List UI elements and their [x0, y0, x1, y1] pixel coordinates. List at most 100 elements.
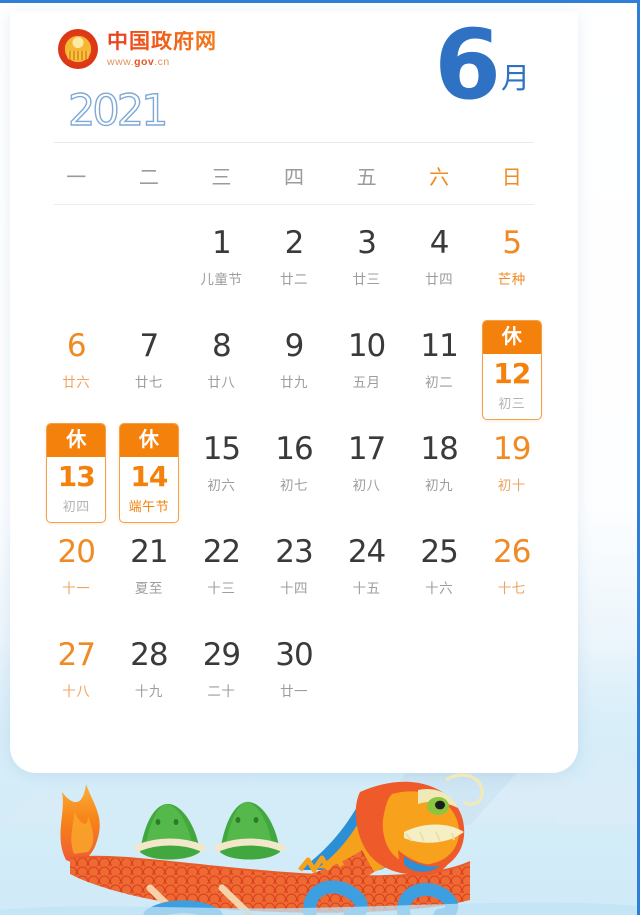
day-lunar-label: 十六 — [425, 581, 454, 596]
calendar-day-24[interactable]: 24 十五 — [330, 524, 403, 627]
brand-url-prefix: www. — [107, 55, 135, 68]
day-number: 13 — [57, 460, 96, 493]
holiday-body: 13 初四 — [47, 457, 105, 522]
day-number: 18 — [420, 431, 458, 467]
calendar-day-13[interactable]: 休 13 初四 — [40, 421, 113, 524]
day-lunar-label: 廿六 — [62, 375, 91, 390]
calendar-day-20[interactable]: 20 十一 — [40, 524, 113, 627]
day-lunar-label: 初四 — [62, 499, 90, 514]
day-number: 3 — [357, 225, 377, 261]
calendar-header: 中国政府网 www.gov.cn 6 月 2021 — [10, 11, 578, 143]
holiday-body: 14 端午节 — [120, 457, 178, 522]
calendar-day-11[interactable]: 11 初二 — [403, 318, 476, 421]
calendar-day-27[interactable]: 27 十八 — [40, 627, 113, 730]
weekday-header-5: 六 — [429, 167, 450, 189]
rest-badge: 休 — [482, 321, 541, 354]
calendar-day-25[interactable]: 25 十六 — [403, 524, 476, 627]
holiday-box: 休 12 初三 — [481, 320, 542, 420]
calendar-day-5[interactable]: 5 芒种 — [475, 215, 548, 318]
weekday-header-1: 二 — [138, 167, 159, 189]
day-number: 11 — [420, 328, 458, 364]
calendar-day-grid: 1 儿童节 2 廿二 3 廿三 4 廿四 5 芒种 6 廿六 7 廿七 8 廿八 9 廿九 10 五月 11 初二休 12 初… — [10, 205, 578, 833]
day-lunar-label: 十八 — [62, 684, 91, 699]
month-display: 6 月 — [434, 17, 530, 113]
weekday-header-0: 一 — [66, 167, 87, 189]
calendar-day-7[interactable]: 7 廿七 — [113, 318, 186, 421]
day-number: 10 — [347, 328, 386, 364]
calendar-day-6[interactable]: 6 廿六 — [40, 318, 113, 421]
dragon-boat-illustration — [0, 773, 637, 915]
day-number: 23 — [275, 534, 313, 570]
weekday-header-6: 日 — [501, 167, 522, 189]
day-lunar-label: 初八 — [352, 478, 381, 493]
calendar-day-14[interactable]: 休 14 端午节 — [113, 421, 186, 524]
zongzi-character — [134, 803, 206, 860]
calendar-day-10[interactable]: 10 五月 — [330, 318, 403, 421]
calendar-day-30[interactable]: 30 廿一 — [258, 627, 331, 730]
calendar-day-15[interactable]: 15 初六 — [185, 421, 258, 524]
weekday-header-4: 五 — [356, 167, 377, 189]
day-number: 30 — [275, 637, 313, 673]
day-lunar-label: 夏至 — [134, 581, 163, 596]
calendar-day-9[interactable]: 9 廿九 — [258, 318, 331, 421]
day-number: 19 — [492, 431, 531, 467]
day-lunar-label: 廿八 — [207, 375, 236, 390]
day-lunar-label: 廿三 — [352, 272, 381, 287]
weekday-header-3: 四 — [283, 167, 304, 189]
calendar-day-12[interactable]: 休 12 初三 — [475, 318, 548, 421]
month-unit-label: 月 — [500, 63, 530, 96]
calendar-day-22[interactable]: 22 十三 — [185, 524, 258, 627]
day-number: 7 — [139, 328, 159, 364]
calendar-day-26[interactable]: 26 十七 — [475, 524, 548, 627]
weekday-header-2: 三 — [211, 167, 232, 189]
day-lunar-label: 廿一 — [279, 684, 308, 699]
day-number: 1 — [212, 225, 232, 261]
day-lunar-label: 廿九 — [279, 375, 308, 390]
calendar-day-1[interactable]: 1 儿童节 — [185, 215, 258, 318]
weekday-header-row: 一二三四五六日 — [10, 155, 578, 204]
day-lunar-label: 廿四 — [425, 272, 454, 287]
gov-brand[interactable]: 中国政府网 www.gov.cn — [58, 29, 217, 69]
day-lunar-label: 儿童节 — [200, 272, 243, 287]
day-number: 12 — [493, 357, 531, 390]
calendar-day-3[interactable]: 3 廿三 — [330, 215, 403, 318]
calendar-day-8[interactable]: 8 廿八 — [185, 318, 258, 421]
calendar-day-16[interactable]: 16 初七 — [258, 421, 331, 524]
day-lunar-label: 二十 — [207, 684, 236, 699]
calendar-day-28[interactable]: 28 十九 — [113, 627, 186, 730]
day-lunar-label: 廿二 — [279, 272, 308, 287]
day-lunar-label: 十一 — [62, 581, 91, 596]
holiday-box: 休 14 端午节 — [118, 423, 179, 523]
day-lunar-label: 初七 — [279, 478, 308, 493]
calendar-day-4[interactable]: 4 廿四 — [403, 215, 476, 318]
calendar-day-17[interactable]: 17 初八 — [330, 421, 403, 524]
day-lunar-label: 廿七 — [134, 375, 163, 390]
day-number: 28 — [130, 637, 168, 673]
day-number: 27 — [57, 637, 96, 673]
calendar-day-18[interactable]: 18 初九 — [403, 421, 476, 524]
flame-tail — [60, 784, 100, 863]
calendar-day-21[interactable]: 21 夏至 — [113, 524, 186, 627]
day-number: 9 — [284, 328, 305, 364]
calendar-day-2[interactable]: 2 廿二 — [258, 215, 331, 318]
rest-badge: 休 — [47, 424, 106, 457]
day-number: 15 — [202, 431, 241, 467]
rest-badge: 休 — [119, 424, 178, 457]
day-lunar-label: 十三 — [207, 581, 236, 596]
day-lunar-label: 十四 — [279, 581, 308, 596]
calendar-day-29[interactable]: 29 二十 — [185, 627, 258, 730]
brand-url-suffix: .cn — [154, 55, 170, 68]
year-label: 2021 — [67, 86, 169, 136]
calendar-page: 中国政府网 www.gov.cn 6 月 2021 一 二 三 四 五 六 日 1 儿童节 2 廿… — [0, 0, 640, 915]
national-emblem-icon — [58, 29, 98, 69]
day-lunar-label: 十五 — [352, 581, 381, 596]
brand-name: 中国政府网 — [107, 29, 217, 53]
day-number: 21 — [130, 534, 168, 570]
day-number: 2 — [284, 225, 305, 261]
day-number: 25 — [420, 534, 458, 570]
calendar-day-19[interactable]: 19 初十 — [475, 421, 548, 524]
calendar-day-23[interactable]: 23 十四 — [258, 524, 331, 627]
header-divider — [54, 142, 534, 143]
day-number: 29 — [202, 637, 241, 673]
day-number: 17 — [347, 431, 386, 467]
